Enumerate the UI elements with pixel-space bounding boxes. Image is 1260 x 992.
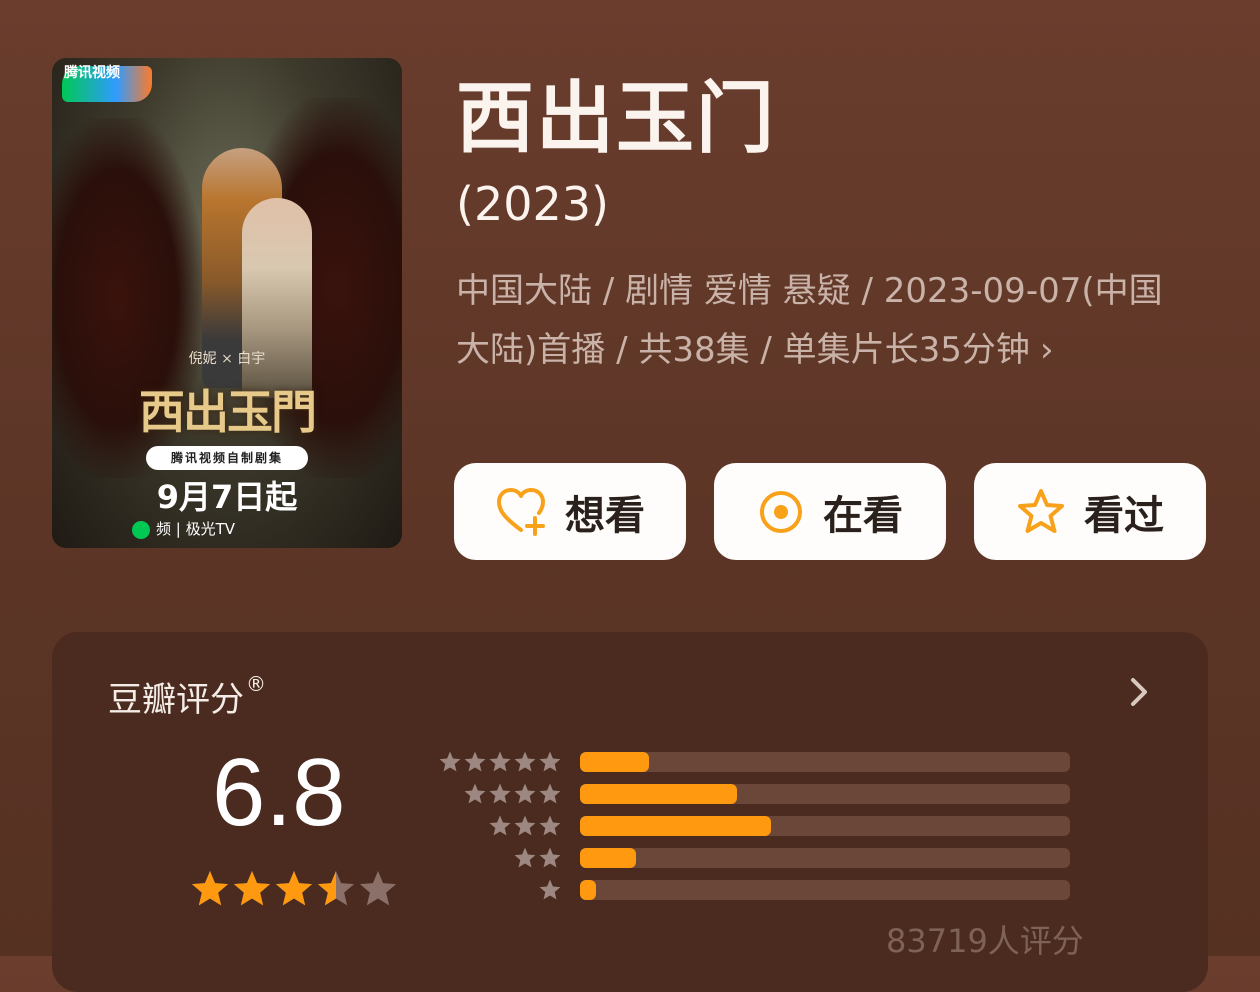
small-star-icon <box>539 879 561 900</box>
release-year: (2023) <box>456 177 609 231</box>
rating-bar-fill <box>580 816 772 836</box>
want-to-watch-label: 想看 <box>565 492 645 539</box>
rating-star-icon <box>275 871 313 906</box>
rating-bar-track <box>580 880 1070 900</box>
chevron-right-icon: › <box>1039 330 1054 370</box>
rating-row-stars <box>438 782 562 804</box>
small-star-icon <box>514 847 561 868</box>
rating-row-5-star <box>438 750 1070 772</box>
want-to-watch-button[interactable]: 想看 <box>454 463 686 560</box>
rating-bar-fill <box>580 752 649 772</box>
play-icon <box>132 520 150 539</box>
rating-row-2-star <box>438 846 1070 868</box>
watched-label: 看过 <box>1084 492 1164 539</box>
rating-star-icon <box>191 871 229 906</box>
watching-button[interactable]: 在看 <box>714 463 946 560</box>
page-title: 西出玉门 <box>456 74 777 164</box>
rating-bar-track <box>580 816 1070 836</box>
rating-title: 豆瓣评分 ® <box>108 672 266 721</box>
poster-date: 9月7日起 <box>156 478 298 516</box>
rating-bar-track <box>580 752 1070 772</box>
rating-star-icon <box>317 871 355 906</box>
rating-row-1-star <box>438 878 1070 900</box>
show-meta-link[interactable]: 中国大陆 / 剧情 爱情 悬疑 / 2023-09-07(中国大陆)首播 / 共… <box>456 262 1196 380</box>
rating-row-stars <box>438 814 562 836</box>
poster-footer: 频 | 极光TV <box>132 518 235 539</box>
rating-bar-track <box>580 848 1070 868</box>
rating-row-stars <box>438 878 562 900</box>
small-star-icon <box>439 751 561 772</box>
star-icon <box>1018 488 1064 533</box>
poster-brand: 腾讯视频 <box>64 65 120 81</box>
rating-bar-fill <box>580 784 737 804</box>
small-star-icon <box>464 783 561 804</box>
small-star-icon <box>489 815 561 836</box>
poster-cast: 倪妮 × 白宇 <box>188 351 266 367</box>
show-meta: 中国大陆 / 剧情 爱情 悬疑 / 2023-09-07(中国大陆)首播 / 共… <box>456 271 1163 370</box>
rating-score: 6.8 <box>212 739 346 846</box>
poster-image[interactable]: 腾讯视频 倪妮 × 白宇 西出玉門 腾讯视频自制剧集 9月7日起 频 | 极光T… <box>52 58 402 548</box>
rating-row-stars <box>438 750 562 772</box>
poster-badge: 腾讯视频自制剧集 <box>146 446 308 470</box>
rating-count: 83719人评分 <box>886 922 1084 960</box>
rating-star-icon <box>359 871 397 906</box>
rating-card[interactable]: 豆瓣评分 ® 6.8 83719人评分 <box>52 632 1208 992</box>
watched-button[interactable]: 看过 <box>974 463 1206 560</box>
target-icon <box>760 490 802 533</box>
poster-figure-woman <box>242 198 312 398</box>
heart-plus-icon <box>497 487 545 536</box>
rating-row-stars <box>438 846 562 868</box>
chevron-right-icon[interactable] <box>1124 672 1154 712</box>
rating-bar-fill <box>580 848 637 868</box>
rating-bar-fill <box>580 880 597 900</box>
registered-mark: ® <box>246 672 266 696</box>
watching-label: 在看 <box>823 492 903 539</box>
poster-footer-text: 频 | 极光TV <box>156 520 236 538</box>
rating-bar-track <box>580 784 1070 804</box>
rating-stars <box>189 868 399 910</box>
rating-label: 豆瓣评分 <box>108 680 244 720</box>
rating-star-icon <box>233 871 271 906</box>
poster-title: 西出玉門 <box>139 385 317 439</box>
rating-row-4-star <box>438 782 1070 804</box>
rating-row-3-star <box>438 814 1070 836</box>
